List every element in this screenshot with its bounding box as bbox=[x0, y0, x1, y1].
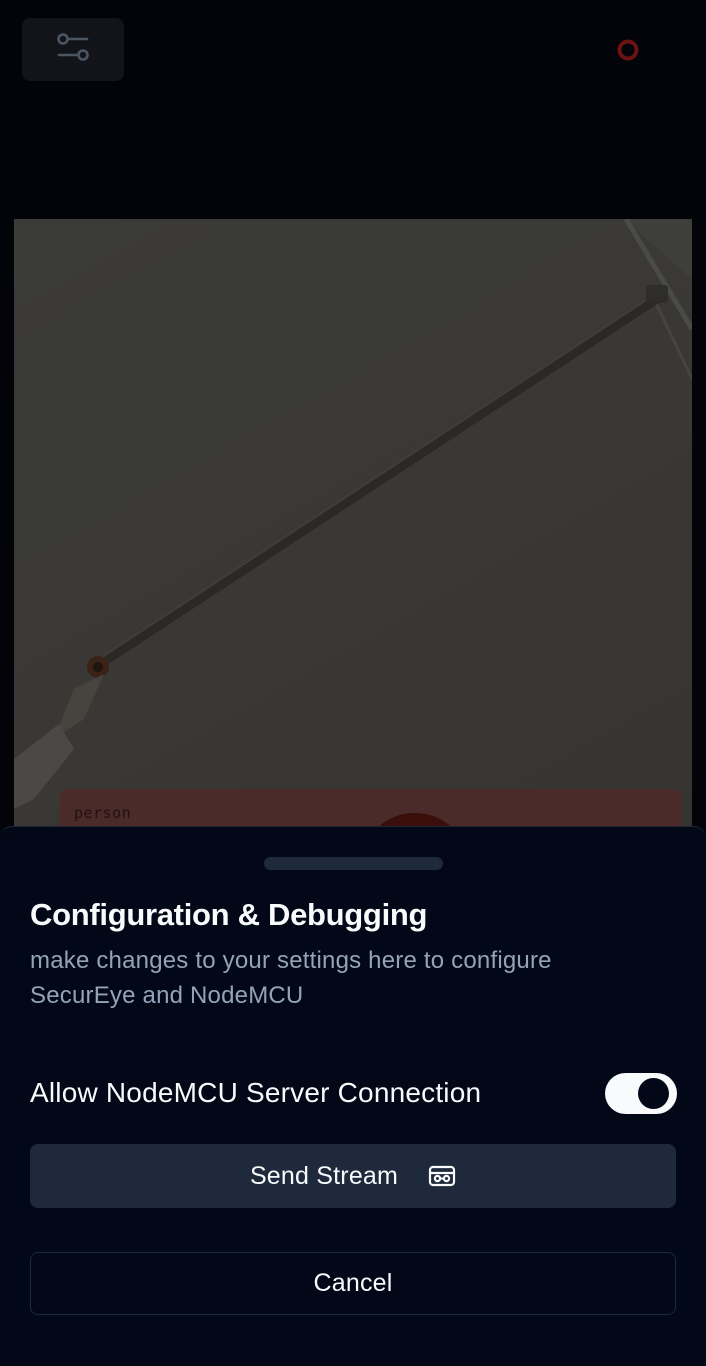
settings-button[interactable] bbox=[22, 18, 124, 81]
toggle-label: Allow NodeMCU Server Connection bbox=[30, 1077, 482, 1108]
detection-label: person bbox=[74, 804, 132, 822]
toggle-knob bbox=[638, 1078, 669, 1109]
sliders-icon bbox=[56, 30, 90, 69]
send-stream-button[interactable]: Send Stream bbox=[30, 1144, 676, 1208]
recording-indicator-icon bbox=[617, 39, 639, 61]
camera-feed: person bbox=[14, 219, 692, 859]
camera-scene bbox=[14, 219, 692, 809]
sheet-handle[interactable] bbox=[264, 857, 443, 870]
nodemcu-connection-toggle[interactable] bbox=[605, 1073, 677, 1114]
sheet-title: Configuration & Debugging bbox=[30, 897, 428, 932]
projector-icon bbox=[428, 1164, 456, 1188]
sheet-description: make changes to your settings here to co… bbox=[30, 947, 552, 1009]
config-sheet: Configuration & Debugging make changes t… bbox=[0, 826, 706, 1366]
cancel-button[interactable]: Cancel bbox=[30, 1252, 676, 1315]
send-stream-label: Send Stream bbox=[249, 1161, 399, 1190]
